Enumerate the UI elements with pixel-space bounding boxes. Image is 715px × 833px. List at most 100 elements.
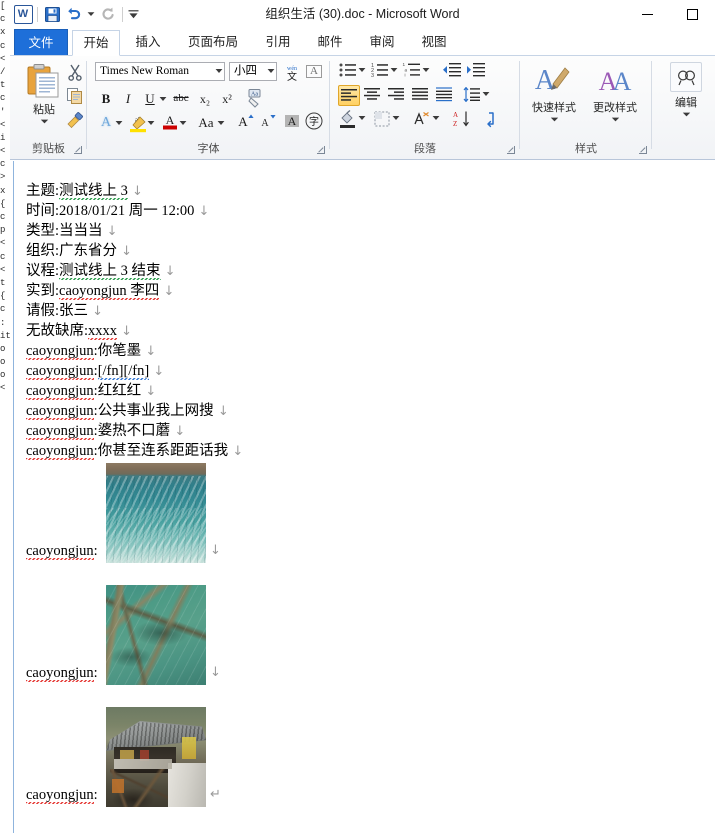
- editing-button[interactable]: 编辑: [668, 62, 704, 118]
- character-scaling-icon[interactable]: [412, 109, 434, 130]
- text-effects-dropdown-icon[interactable]: [115, 112, 124, 133]
- show-formatting-marks-icon[interactable]: [480, 109, 502, 130]
- superscript-button[interactable]: x²: [216, 88, 238, 109]
- borders-icon[interactable]: [372, 109, 394, 130]
- change-case-button[interactable]: Aa: [193, 112, 219, 133]
- sort-icon[interactable]: A Z: [452, 109, 474, 130]
- clear-formatting-icon[interactable]: Aa: [243, 86, 269, 110]
- shading-icon[interactable]: [338, 109, 360, 130]
- doc-field-label-type: 类型:: [26, 223, 60, 239]
- enclose-character-icon[interactable]: 字: [303, 110, 325, 131]
- doc-field-label-time: 时间:: [26, 203, 60, 219]
- bg-text-fragment: o: [0, 343, 6, 354]
- tab-layout[interactable]: 页面布局: [176, 30, 250, 56]
- bg-text-fragment: c: [0, 14, 6, 25]
- message-sender: caoyongjun: [26, 423, 94, 441]
- tab-home[interactable]: 开始: [72, 30, 120, 56]
- save-icon[interactable]: [41, 3, 63, 25]
- font-size-dropdown-icon[interactable]: [265, 62, 277, 81]
- character-scaling-dropdown-icon[interactable]: [432, 109, 441, 130]
- shrink-font-icon[interactable]: A: [257, 110, 279, 131]
- tab-references[interactable]: 引用: [254, 30, 302, 56]
- shading-dropdown-icon[interactable]: [358, 109, 367, 130]
- ribbon-tab-bar: 文件 开始 插入 页面布局 引用 邮件 审阅 视图: [10, 28, 715, 70]
- maximize-button[interactable]: [670, 0, 715, 28]
- word-logo-icon[interactable]: W: [12, 3, 34, 25]
- font-color-dropdown-icon[interactable]: [179, 112, 188, 133]
- underline-button[interactable]: U: [139, 88, 161, 109]
- minimize-button[interactable]: [625, 0, 670, 28]
- align-right-button[interactable]: [386, 85, 408, 106]
- paragraph-mark: ↓: [149, 364, 165, 379]
- background-window-sliver[interactable]: [c x c < / t c ' < i < c > x{c p < c < t{c: it o o o <: [0, 0, 10, 833]
- increase-indent-icon[interactable]: [466, 61, 488, 82]
- bullets-icon[interactable]: [338, 61, 360, 82]
- svg-text:Z: Z: [453, 120, 457, 128]
- align-left-button[interactable]: [338, 85, 360, 106]
- paragraph-dialog-launcher[interactable]: [506, 145, 516, 155]
- copy-icon[interactable]: [66, 87, 88, 109]
- font-dialog-launcher[interactable]: [316, 145, 326, 155]
- tab-file[interactable]: 文件: [14, 29, 68, 56]
- message-text: 你甚至连系距距话我: [97, 443, 229, 459]
- strikethrough-button[interactable]: abc: [170, 88, 192, 109]
- document-image[interactable]: [106, 585, 206, 685]
- message-text: 婆热不口蘑: [97, 423, 171, 439]
- bold-button[interactable]: B: [95, 88, 117, 109]
- doc-field-value-time: 2018/01/21 周一 12:00: [59, 203, 195, 219]
- tab-mailings[interactable]: 邮件: [306, 30, 354, 56]
- bg-text-fragment: x: [0, 27, 6, 38]
- customize-qat-icon[interactable]: [126, 3, 140, 25]
- document-image[interactable]: [106, 707, 206, 807]
- numbering-icon[interactable]: 123: [370, 61, 392, 82]
- justify-button[interactable]: [410, 85, 432, 106]
- text-effects-icon[interactable]: A: [95, 112, 117, 133]
- multilevel-dropdown-icon[interactable]: [422, 61, 431, 82]
- change-case-dropdown-icon[interactable]: [217, 112, 226, 133]
- paste-button[interactable]: 粘贴: [22, 60, 66, 134]
- character-shading-icon[interactable]: A: [281, 110, 303, 131]
- distribute-button[interactable]: [434, 85, 456, 106]
- line-spacing-icon[interactable]: [462, 85, 484, 106]
- highlight-color-icon[interactable]: ab: [127, 112, 149, 133]
- line-spacing-dropdown-icon[interactable]: [482, 85, 491, 106]
- cut-icon[interactable]: [66, 63, 88, 85]
- message-text: 公共事业我上网搜: [97, 403, 214, 419]
- bullets-dropdown-icon[interactable]: [358, 61, 367, 82]
- highlight-dropdown-icon[interactable]: [147, 112, 156, 133]
- styles-dialog-launcher[interactable]: [638, 145, 648, 155]
- font-family-input[interactable]: Times New Roman: [95, 62, 225, 81]
- undo-icon[interactable]: [63, 3, 85, 25]
- document-page[interactable]: 主题:测试线上 3 ↓ 时间:2018/01/21 周一 12:00 ↓ 类型:当当…: [18, 161, 708, 833]
- find-icon[interactable]: [670, 62, 702, 92]
- character-border-icon[interactable]: A: [303, 61, 325, 82]
- format-painter-icon[interactable]: [66, 111, 88, 133]
- font-color-icon[interactable]: A: [159, 110, 181, 131]
- tab-view[interactable]: 视图: [410, 30, 458, 56]
- decrease-indent-icon[interactable]: [442, 61, 464, 82]
- svg-text:A: A: [166, 113, 175, 127]
- subscript-button[interactable]: x₂: [194, 88, 216, 109]
- tab-review[interactable]: 审阅: [358, 30, 406, 56]
- svg-text:A: A: [535, 65, 556, 96]
- borders-dropdown-icon[interactable]: [392, 109, 401, 130]
- clipboard-dialog-launcher[interactable]: [73, 145, 83, 155]
- doc-message-line: caoyongjun:婆热不口蘑 ↓: [26, 421, 185, 441]
- phonetic-guide-icon[interactable]: wén 文: [281, 61, 303, 82]
- italic-button[interactable]: I: [117, 88, 139, 109]
- grow-font-icon[interactable]: A: [235, 110, 257, 131]
- redo-icon[interactable]: [97, 3, 119, 25]
- align-center-button[interactable]: [362, 85, 384, 106]
- change-styles-button[interactable]: A A 更改样式: [586, 60, 644, 123]
- font-family-dropdown-icon[interactable]: [213, 62, 225, 81]
- quick-styles-button[interactable]: A 快速样式: [525, 60, 583, 123]
- underline-dropdown-icon[interactable]: [159, 88, 168, 109]
- multilevel-list-icon[interactable]: 1ai: [402, 61, 424, 82]
- left-margin-rule: [13, 161, 14, 833]
- undo-dropdown-icon[interactable]: [85, 3, 97, 25]
- numbering-dropdown-icon[interactable]: [390, 61, 399, 82]
- document-image[interactable]: [106, 463, 206, 563]
- document-canvas[interactable]: 主题:测试线上 3 ↓ 时间:2018/01/21 周一 12:00 ↓ 类型:当当…: [10, 161, 715, 833]
- tab-insert[interactable]: 插入: [124, 30, 172, 56]
- editing-label: 编辑: [675, 97, 697, 109]
